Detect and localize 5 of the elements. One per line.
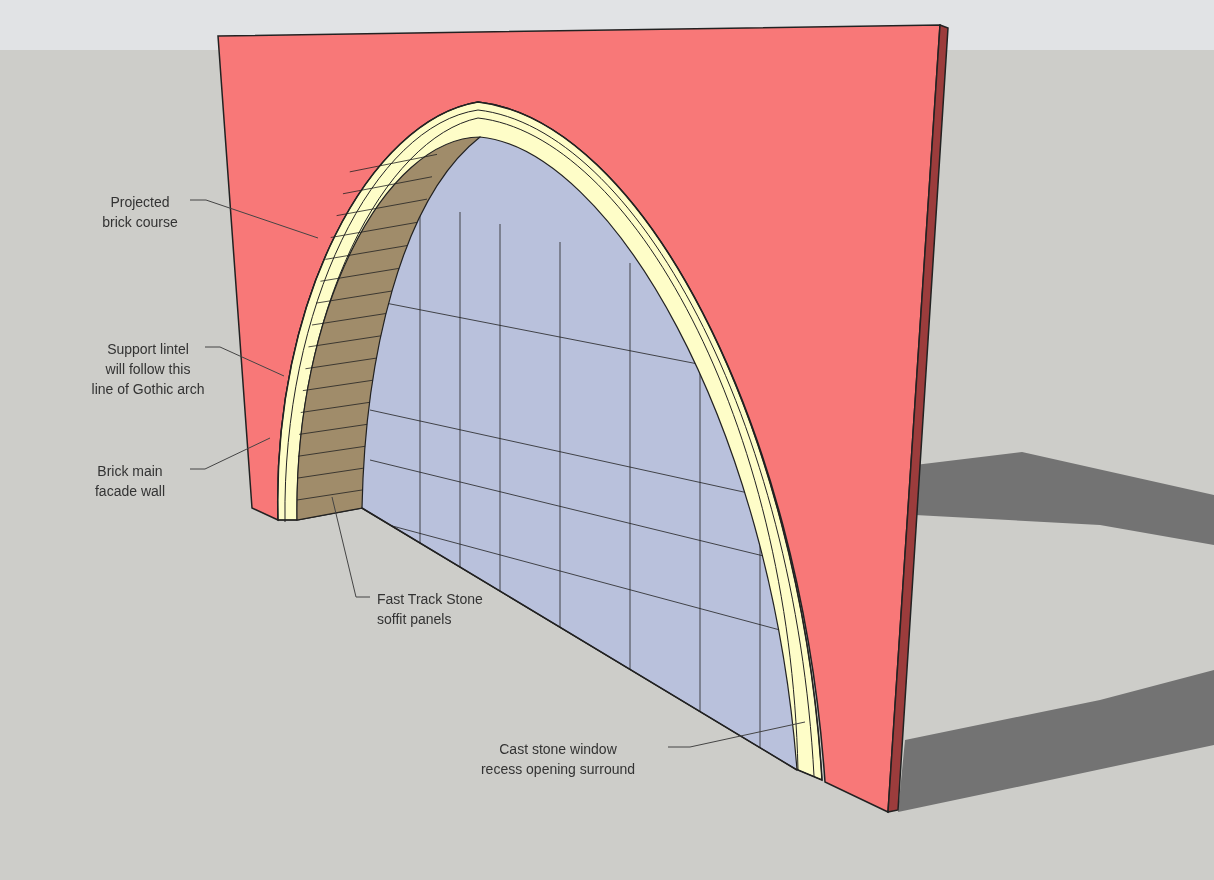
annotation-label: Projected brick course bbox=[101, 193, 179, 232]
annotation-label: Brick main facade wall bbox=[93, 462, 166, 501]
annotation-label: Support lintel will follow this line of Gothic arch bbox=[90, 340, 206, 399]
annotation-label: Cast stone window recess opening surround bbox=[479, 740, 637, 779]
annotation-label: Fast Track Stone soffit panels bbox=[377, 590, 484, 629]
